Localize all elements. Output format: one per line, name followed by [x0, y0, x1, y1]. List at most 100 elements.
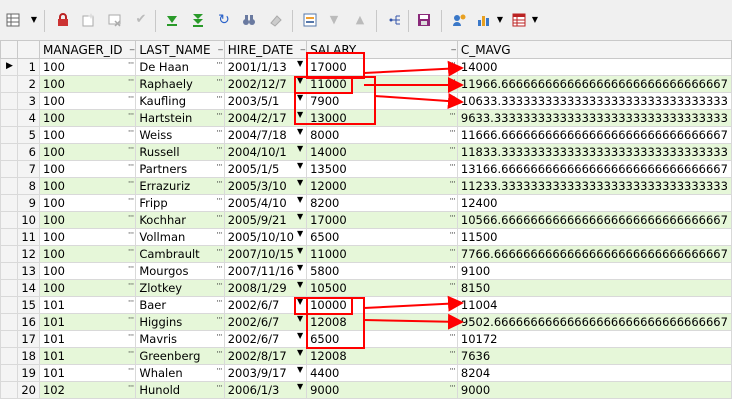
cell-last-name[interactable]: Greenberg ···	[135, 347, 225, 365]
cell-ellipsis[interactable]: ···	[449, 366, 456, 376]
cell-hire-date[interactable]: 2002/12/7 ▼	[223, 75, 308, 93]
cell-ellipsis[interactable]: ···	[449, 60, 456, 70]
cell-c-mavg[interactable]: 11833.3333333333333333333333333333333	[456, 143, 732, 161]
table-row[interactable]: 12 100 ··· Cambrault ··· 2007/10/15 ▼ 11000 ··· 7…	[0, 245, 732, 263]
cell-last-name[interactable]: Kaufling ···	[135, 92, 225, 110]
user-info-icon[interactable]	[451, 12, 467, 28]
sort-asc-icon[interactable]: ▲	[352, 12, 368, 28]
cell-ellipsis[interactable]: ···	[216, 94, 223, 104]
cell-last-name[interactable]: Mavris ···	[135, 330, 225, 348]
row-selector[interactable]	[0, 126, 19, 144]
grid-menu-icon[interactable]	[5, 12, 21, 28]
table-row[interactable]: 15 101 ··· Baer ··· 2002/6/7 ▼ 10000 ··· 11004	[0, 296, 732, 314]
cell-salary[interactable]: 8200 ···	[306, 194, 458, 212]
cell-c-mavg[interactable]: 10172	[456, 330, 732, 348]
save-icon[interactable]	[416, 12, 432, 28]
find-binoculars-icon[interactable]	[241, 12, 257, 28]
cell-last-name[interactable]: Zlotkey ···	[135, 279, 225, 297]
dropdown-arrow-icon[interactable]: ▼	[30, 12, 38, 28]
cell-ellipsis[interactable]: ···	[449, 315, 456, 325]
cell-manager-id[interactable]: 100 ···	[38, 109, 137, 127]
cell-ellipsis[interactable]: ···	[128, 213, 135, 223]
cell-salary[interactable]: 8000 ···	[306, 126, 458, 144]
date-dropdown-icon[interactable]: ▼	[297, 332, 303, 341]
cell-c-mavg[interactable]: 11500	[456, 228, 732, 246]
row-selector[interactable]	[0, 92, 19, 110]
cell-ellipsis[interactable]: ···	[449, 196, 456, 206]
cell-hire-date[interactable]: 2002/6/7 ▼	[223, 330, 308, 348]
row-number[interactable]: 15	[17, 296, 40, 314]
cell-salary[interactable]: 11000 ···	[306, 75, 458, 93]
row-selector[interactable]	[0, 160, 19, 178]
cell-hire-date[interactable]: 2005/3/10 ▼	[223, 177, 308, 195]
cell-salary[interactable]: 13000 ···	[306, 109, 458, 127]
cell-ellipsis[interactable]: ···	[128, 383, 135, 393]
date-dropdown-icon[interactable]: ▼	[297, 247, 303, 256]
cell-ellipsis[interactable]: ···	[216, 77, 223, 87]
row-selector[interactable]	[0, 75, 19, 93]
row-number[interactable]: 11	[17, 228, 40, 246]
row-selector[interactable]	[0, 109, 19, 127]
cell-c-mavg[interactable]: 11666.6666666666666666666666666666667	[456, 126, 732, 144]
row-selector[interactable]	[0, 262, 19, 280]
cell-last-name[interactable]: Kochhar ···	[135, 211, 225, 229]
cell-manager-id[interactable]: 100 ···	[38, 126, 137, 144]
cell-hire-date[interactable]: 2008/1/29 ▼	[223, 279, 308, 297]
cell-last-name[interactable]: Mourgos ···	[135, 262, 225, 280]
commit-check-icon[interactable]: ✔	[133, 12, 149, 28]
row-number[interactable]: 13	[17, 262, 40, 280]
cell-ellipsis[interactable]: ···	[449, 349, 456, 359]
table-row[interactable]: 16 101 ··· Higgins ··· 2002/6/7 ▼ 12008 ··· 9502.…	[0, 313, 732, 331]
date-dropdown-icon[interactable]: ▼	[297, 145, 303, 154]
row-number[interactable]: 12	[17, 245, 40, 263]
form-view-icon[interactable]	[302, 12, 318, 28]
cell-last-name[interactable]: Raphaely ···	[135, 75, 225, 93]
table-row[interactable]: 17 101 ··· Mavris ··· 2002/6/7 ▼ 6500 ··· 10172	[0, 330, 732, 348]
table-row[interactable]: ▶ 1 100 ··· De Haan ··· 2001/1/13 ▼ 17000 ··· 1400…	[0, 58, 732, 76]
cell-c-mavg[interactable]: 14000	[456, 58, 732, 76]
cell-hire-date[interactable]: 2005/10/10 ▼	[223, 228, 308, 246]
cell-salary[interactable]: 17000 ···	[306, 211, 458, 229]
dropdown-arrow-icon[interactable]: ▼	[496, 12, 504, 28]
cell-salary[interactable]: 17000 ···	[306, 58, 458, 76]
cell-manager-id[interactable]: 102 ···	[38, 381, 137, 399]
column-ellipsis[interactable]: _	[130, 42, 134, 52]
table-row[interactable]: 4 100 ··· Hartstein ··· 2004/2/17 ▼ 13000 ··· 963…	[0, 109, 732, 127]
row-selector[interactable]	[0, 313, 19, 331]
row-selector[interactable]	[0, 245, 19, 263]
cell-ellipsis[interactable]: ···	[216, 213, 223, 223]
cell-last-name[interactable]: Partners ···	[135, 160, 225, 178]
cell-ellipsis[interactable]: ···	[128, 60, 135, 70]
column-ellipsis[interactable]: _	[451, 42, 455, 52]
cell-salary[interactable]: 14000 ···	[306, 143, 458, 161]
date-dropdown-icon[interactable]: ▼	[297, 349, 303, 358]
cell-last-name[interactable]: Cambrault ···	[135, 245, 225, 263]
cell-last-name[interactable]: Hartstein ···	[135, 109, 225, 127]
column-header-salary[interactable]: SALARY _	[306, 40, 458, 59]
table-row[interactable]: 5 100 ··· Weiss ··· 2004/7/18 ▼ 8000 ··· 11666.66…	[0, 126, 732, 144]
row-selector[interactable]	[0, 296, 19, 314]
cell-salary[interactable]: 10000 ···	[306, 296, 458, 314]
cell-ellipsis[interactable]: ···	[449, 298, 456, 308]
date-dropdown-icon[interactable]: ▼	[297, 213, 303, 222]
date-dropdown-icon[interactable]: ▼	[297, 77, 303, 86]
row-number[interactable]: 20	[17, 381, 40, 399]
cell-salary[interactable]: 4400 ···	[306, 364, 458, 382]
cell-last-name[interactable]: De Haan ···	[135, 58, 225, 76]
cell-ellipsis[interactable]: ···	[216, 315, 223, 325]
cell-c-mavg[interactable]: 9100	[456, 262, 732, 280]
cell-salary[interactable]: 12000 ···	[306, 177, 458, 195]
table-row[interactable]: 19 101 ··· Whalen ··· 2003/9/17 ▼ 4400 ··· 8204	[0, 364, 732, 382]
cell-hire-date[interactable]: 2007/10/15 ▼	[223, 245, 308, 263]
cell-c-mavg[interactable]: 8150	[456, 279, 732, 297]
table-row[interactable]: 18 101 ··· Greenberg ··· 2002/8/17 ▼ 12008 ··· 76…	[0, 347, 732, 365]
date-dropdown-icon[interactable]: ▼	[297, 264, 303, 273]
date-dropdown-icon[interactable]: ▼	[297, 315, 303, 324]
cell-manager-id[interactable]: 100 ···	[38, 58, 137, 76]
cell-c-mavg[interactable]: 7636	[456, 347, 732, 365]
cell-salary[interactable]: 13500 ···	[306, 160, 458, 178]
cell-salary[interactable]: 6500 ···	[306, 330, 458, 348]
cell-last-name[interactable]: Fripp ···	[135, 194, 225, 212]
cell-manager-id[interactable]: 100 ···	[38, 92, 137, 110]
cell-ellipsis[interactable]: ···	[449, 281, 456, 291]
